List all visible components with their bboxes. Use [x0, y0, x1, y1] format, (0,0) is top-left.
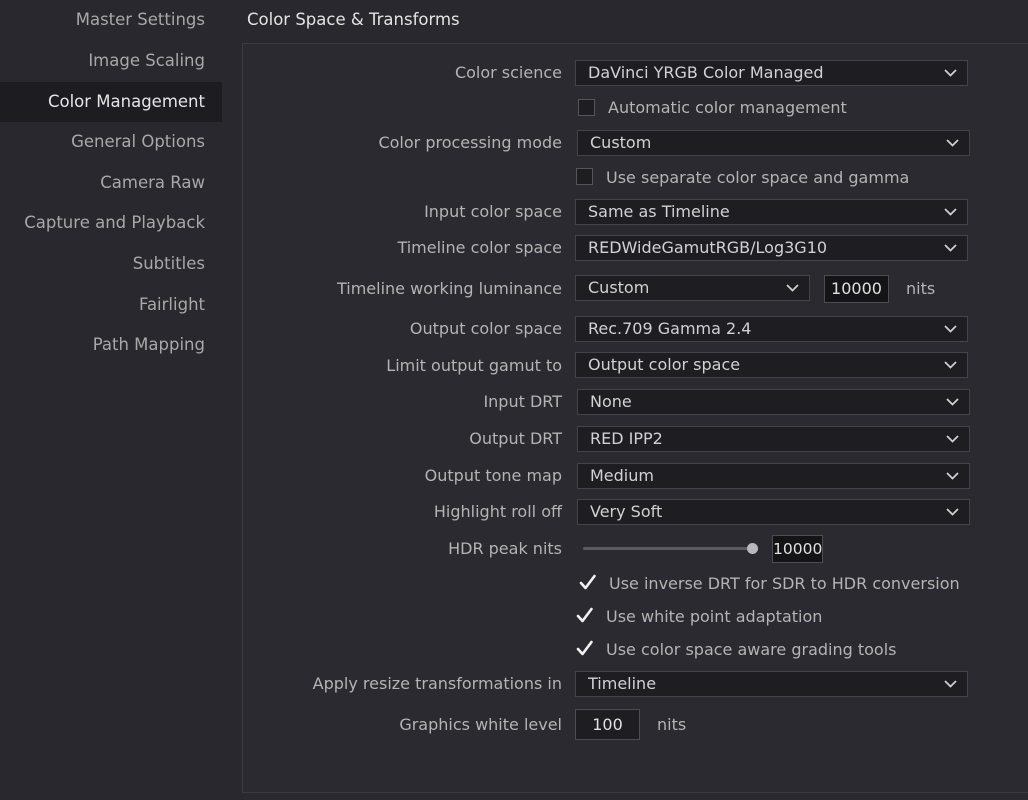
input-color-space-label: Input color space	[424, 202, 562, 221]
input-color-space-dropdown[interactable]: Same as Timeline	[575, 199, 968, 225]
output-tone-map-dropdown[interactable]: Medium	[577, 463, 970, 489]
checkmark-icon	[579, 574, 596, 590]
separate-color-space-gamma-label[interactable]: Use separate color space and gamma	[606, 168, 909, 188]
hdr-peak-nits-label: HDR peak nits	[448, 539, 562, 558]
sidebar-item-color-management[interactable]: Color Management	[0, 82, 222, 122]
sidebar-item-image-scaling[interactable]: Image Scaling	[0, 41, 222, 81]
chevron-down-icon	[946, 435, 959, 443]
limit-output-gamut-dropdown[interactable]: Output color space	[575, 352, 968, 378]
input-drt-dropdown[interactable]: None	[577, 389, 970, 415]
limit-output-gamut-label: Limit output gamut to	[386, 356, 562, 375]
chevron-down-icon	[944, 244, 957, 252]
highlight-roll-off-label: Highlight roll off	[433, 502, 562, 521]
separate-color-space-gamma-checkbox[interactable]	[576, 168, 593, 185]
resize-transformations-label: Apply resize transformations in	[312, 674, 562, 693]
output-color-space-label: Output color space	[409, 319, 562, 338]
chevron-down-icon	[946, 139, 959, 147]
auto-color-management-label[interactable]: Automatic color management	[608, 98, 847, 118]
color-processing-mode-label: Color processing mode	[378, 133, 562, 152]
timeline-working-luminance-dropdown[interactable]: Custom	[575, 275, 810, 301]
timeline-working-luminance-value: Custom	[588, 278, 650, 297]
color-processing-mode-value: Custom	[590, 133, 652, 152]
hdr-peak-nits-input[interactable]: 10000	[772, 535, 823, 563]
chevron-down-icon	[944, 325, 957, 333]
timeline-color-space-dropdown[interactable]: REDWideGamutRGB/Log3G10	[575, 235, 968, 261]
timeline-color-space-value: REDWideGamutRGB/Log3G10	[588, 238, 828, 257]
checkmark-icon	[576, 640, 593, 656]
chevron-down-icon	[946, 472, 959, 480]
output-tone-map-label: Output tone map	[424, 466, 562, 485]
inverse-drt-checkbox[interactable]	[579, 574, 596, 591]
graphics-white-level-input[interactable]: 100	[575, 709, 640, 740]
chevron-down-icon	[944, 69, 957, 77]
white-point-adaptation-label[interactable]: Use white point adaptation	[606, 607, 822, 627]
chevron-down-icon	[944, 361, 957, 369]
output-tone-map-value: Medium	[590, 466, 654, 485]
input-color-space-value: Same as Timeline	[588, 202, 730, 221]
output-drt-value: RED IPP2	[590, 429, 663, 448]
color-space-aware-tools-checkbox[interactable]	[576, 640, 593, 657]
chevron-down-icon	[946, 398, 959, 406]
highlight-roll-off-dropdown[interactable]: Very Soft	[577, 499, 970, 525]
color-science-value: DaVinci YRGB Color Managed	[588, 63, 824, 82]
checkmark-icon	[576, 607, 593, 623]
sidebar-item-master-settings[interactable]: Master Settings	[0, 0, 222, 40]
graphics-white-level-unit: nits	[657, 715, 687, 734]
output-color-space-value: Rec.709 Gamma 2.4	[588, 319, 752, 338]
sidebar-item-general-options[interactable]: General Options	[0, 122, 222, 162]
output-drt-dropdown[interactable]: RED IPP2	[577, 426, 970, 452]
section-title: Color Space & Transforms	[247, 10, 460, 29]
chevron-down-icon	[944, 208, 957, 216]
sidebar-nav: Master Settings Image Scaling Color Mana…	[0, 0, 222, 800]
hdr-peak-nits-slider-handle[interactable]	[747, 543, 758, 554]
sidebar-item-capture-playback[interactable]: Capture and Playback	[0, 203, 222, 243]
color-processing-mode-dropdown[interactable]: Custom	[577, 130, 970, 156]
inverse-drt-label[interactable]: Use inverse DRT for SDR to HDR conversio…	[609, 574, 960, 594]
input-drt-value: None	[590, 392, 632, 411]
auto-color-management-checkbox[interactable]	[578, 99, 595, 116]
limit-output-gamut-value: Output color space	[588, 355, 741, 374]
sidebar-item-fairlight[interactable]: Fairlight	[0, 285, 222, 325]
color-space-aware-tools-label[interactable]: Use color space aware grading tools	[606, 640, 897, 660]
input-drt-label: Input DRT	[483, 392, 562, 411]
resize-transformations-dropdown[interactable]: Timeline	[575, 671, 968, 697]
chevron-down-icon	[944, 680, 957, 688]
white-point-adaptation-checkbox[interactable]	[576, 607, 593, 624]
color-science-label: Color science	[454, 63, 562, 82]
sidebar-item-camera-raw[interactable]: Camera Raw	[0, 163, 222, 203]
chevron-down-icon	[786, 284, 799, 292]
timeline-working-luminance-label: Timeline working luminance	[336, 279, 562, 298]
timeline-luminance-unit: nits	[906, 279, 936, 298]
color-science-dropdown[interactable]: DaVinci YRGB Color Managed	[575, 60, 968, 86]
output-drt-label: Output DRT	[469, 429, 562, 448]
resize-transformations-value: Timeline	[588, 674, 657, 693]
timeline-color-space-label: Timeline color space	[397, 238, 562, 257]
hdr-peak-nits-slider-track[interactable]	[583, 547, 753, 550]
highlight-roll-off-value: Very Soft	[590, 502, 663, 521]
sidebar-item-path-mapping[interactable]: Path Mapping	[0, 325, 222, 365]
chevron-down-icon	[946, 508, 959, 516]
output-color-space-dropdown[interactable]: Rec.709 Gamma 2.4	[575, 316, 968, 342]
sidebar-item-subtitles[interactable]: Subtitles	[0, 244, 222, 284]
timeline-luminance-nits-input[interactable]: 10000	[824, 275, 889, 303]
graphics-white-level-label: Graphics white level	[399, 715, 562, 734]
